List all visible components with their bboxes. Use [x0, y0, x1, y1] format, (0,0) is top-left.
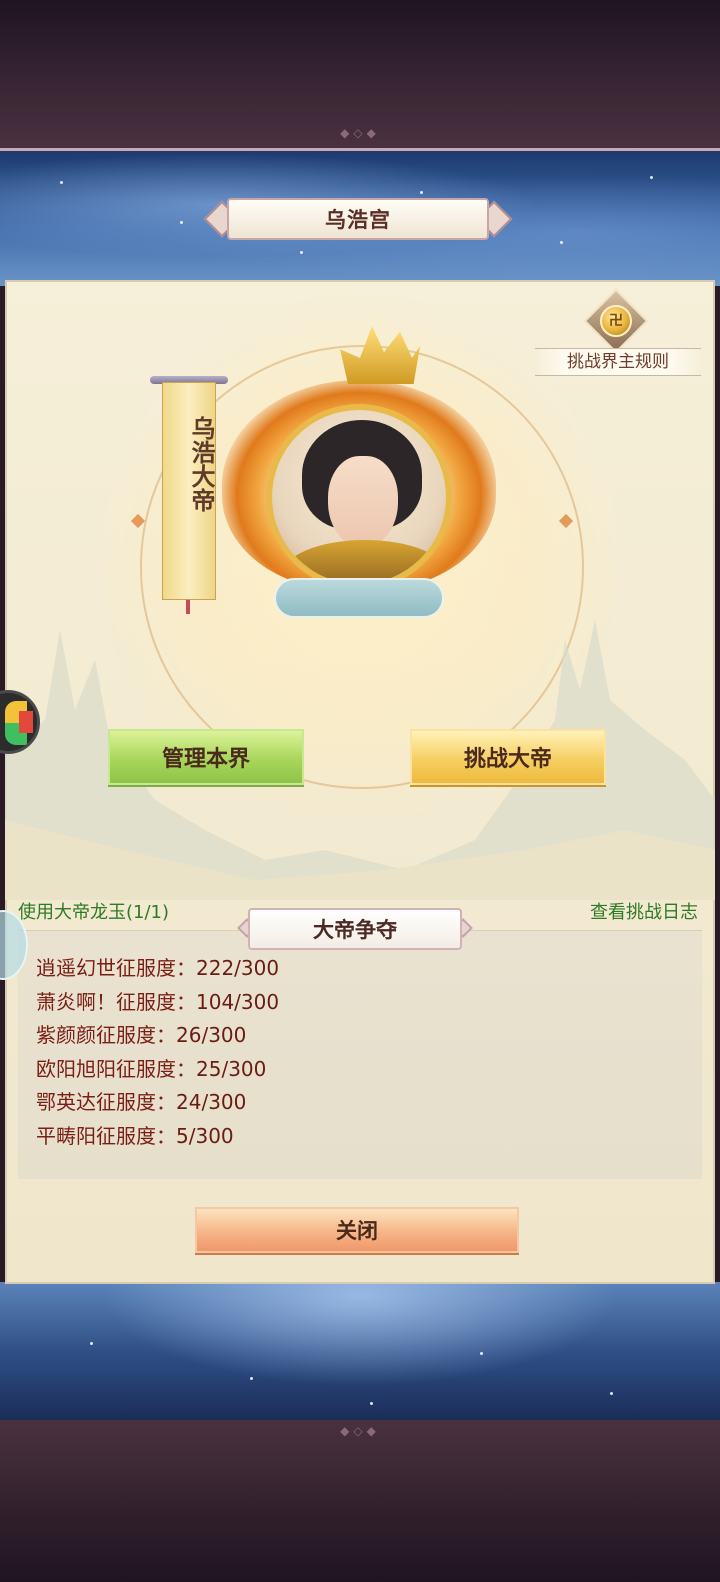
emperor-portrait — [222, 320, 496, 640]
manage-realm-button[interactable]: 管理本界 — [108, 729, 304, 785]
list-item: 紫颜颜征服度：26/300 — [36, 1023, 247, 1048]
jade-count: (1/1) — [126, 902, 170, 923]
contest-list: 逍遥幻世征服度：222/300 萧炎啊！征服度：104/300 紫颜颜征服度：2… — [36, 952, 636, 1154]
challenge-emperor-button[interactable]: 挑战大帝 — [410, 729, 606, 785]
scroll-coin-icon: 卍 — [600, 305, 632, 337]
palace-title-banner: 乌浩宫 — [203, 196, 513, 244]
palace-title: 乌浩宫 — [227, 198, 489, 240]
close-button[interactable]: 关闭 — [195, 1207, 519, 1253]
bottom-ornament: ◆◇◆ — [340, 1424, 380, 1438]
list-item: 欧阳旭阳征服度：25/300 — [36, 1056, 267, 1081]
portrait-ring — [266, 404, 452, 590]
emperor-name: 乌浩大帝 — [187, 416, 215, 512]
bottom-frame — [0, 1420, 720, 1582]
use-jade-label: 使用大帝龙玉 — [18, 902, 126, 923]
use-jade-link[interactable]: 使用大帝龙玉(1/1) — [18, 898, 169, 924]
contest-title: 大帝争夺 — [248, 908, 462, 950]
sky-background-bottom — [0, 1282, 720, 1425]
challenge-log-link[interactable]: 查看挑战日志 — [590, 898, 698, 924]
list-item: 萧炎啊！征服度：104/300 — [36, 989, 280, 1014]
list-item: 鄂英达征服度：24/300 — [36, 1090, 247, 1115]
contest-section-banner: 大帝争夺 — [237, 908, 473, 950]
list-item: 逍遥幻世征服度：222/300 — [36, 956, 280, 980]
crown-icon — [340, 326, 420, 384]
rules-button[interactable]: 卍 — [583, 288, 649, 354]
top-ornament: ◆◇◆ — [340, 126, 380, 140]
emperor-name-banner: 乌浩大帝 — [150, 376, 228, 614]
cloud-base — [274, 578, 444, 618]
rules-label[interactable]: 挑战界主规则 — [535, 348, 701, 376]
list-item: 平畴阳征服度：5/300 — [36, 1123, 234, 1148]
